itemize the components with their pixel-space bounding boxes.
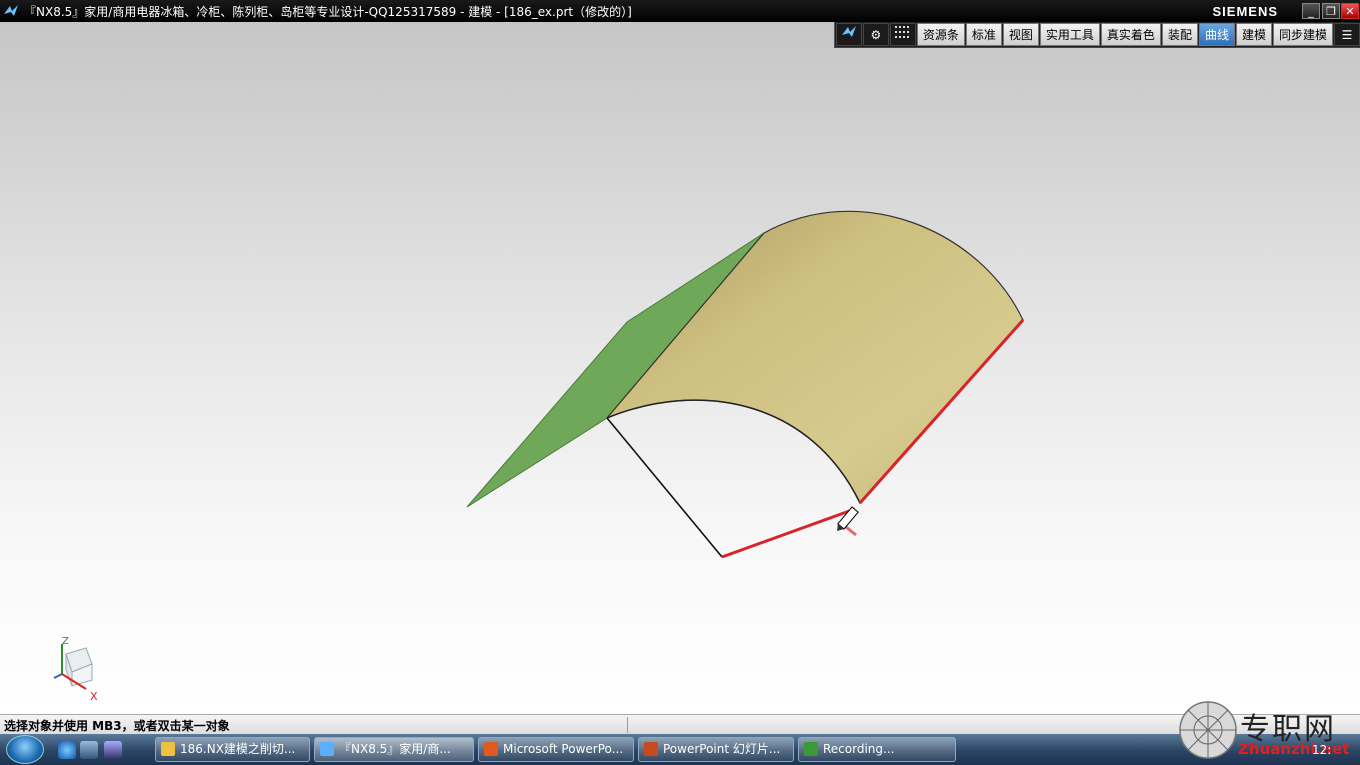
toolbar-utilities[interactable]: 实用工具 — [1039, 23, 1100, 46]
brand-logo: SIEMENS — [1212, 4, 1278, 19]
task-label: 186.NX建模之削切... — [180, 742, 296, 756]
windows-taskbar: 186.NX建模之削切... 『NX8.5』家用/商... Microsoft … — [0, 734, 1360, 765]
task-label: PowerPoint 幻灯片... — [663, 742, 781, 756]
remote-icon[interactable] — [80, 741, 98, 759]
task-folder[interactable]: 186.NX建模之削切... — [155, 737, 310, 762]
grid-icon[interactable] — [889, 23, 916, 46]
selected-edge-bottom[interactable] — [721, 507, 856, 559]
task-powerpoint[interactable]: Microsoft PowerPo... — [478, 737, 634, 762]
clock: 12: — [1312, 743, 1332, 757]
task-nx[interactable]: 『NX8.5』家用/商... — [314, 737, 474, 762]
curved-surface[interactable] — [606, 210, 1024, 505]
toolbar-curve[interactable]: 曲线 — [1198, 23, 1235, 46]
close-button[interactable]: ✕ — [1341, 3, 1359, 19]
status-divider — [627, 717, 628, 733]
toolbar-standard[interactable]: 标准 — [965, 23, 1002, 46]
task-label: Microsoft PowerPo... — [503, 742, 624, 756]
toolbar-view[interactable]: 视图 — [1002, 23, 1039, 46]
toolbar-sync-modeling[interactable]: 同步建模 — [1272, 23, 1333, 46]
toolbar-resource-bar[interactable]: 资源条 — [916, 23, 965, 46]
title-bar: 『NX8.5』家用/商用电器冰箱、冷柜、陈列柜、岛柜等专业设计-QQ125317… — [0, 0, 1360, 22]
recording-icon — [804, 742, 818, 756]
task-slideshow[interactable]: PowerPoint 幻灯片... — [638, 737, 794, 762]
model-render[interactable] — [0, 22, 1360, 714]
nx-task-icon — [320, 742, 334, 756]
resource-toolbar: ⚙ 资源条 标准 视图 实用工具 真实着色 装配 曲线 建模 同步建模 ☰ — [833, 22, 1360, 48]
show-desktop-icon[interactable] — [104, 741, 122, 759]
watermark-text-en: Zhuanzhi.net — [1238, 740, 1350, 758]
toolbar-modeling[interactable]: 建模 — [1235, 23, 1272, 46]
toolbar-assembly[interactable]: 装配 — [1161, 23, 1198, 46]
restore-button[interactable]: ❐ — [1322, 3, 1340, 19]
status-prompt: 选择对象并使用 MB3，或者双击某一对象 — [4, 719, 230, 733]
nx-logo-icon[interactable] — [835, 23, 862, 46]
status-bar: 选择对象并使用 MB3，或者双击某一对象 — [0, 714, 1360, 735]
ie-icon[interactable] — [58, 741, 76, 759]
task-recording[interactable]: Recording... — [798, 737, 956, 762]
toolbar-true-shading[interactable]: 真实着色 — [1100, 23, 1161, 46]
construction-line[interactable] — [606, 417, 723, 558]
minimize-button[interactable]: _ — [1302, 3, 1320, 19]
coordinate-triad-icon: Z X — [53, 636, 98, 703]
triad-x-label: X — [90, 690, 98, 703]
window-title: 『NX8.5』家用/商用电器冰箱、冷柜、陈列柜、岛柜等专业设计-QQ125317… — [24, 4, 632, 19]
folder-icon — [161, 742, 175, 756]
nx-app-icon[interactable] — [2, 2, 20, 20]
triad-z-label: Z — [62, 636, 69, 647]
start-button[interactable] — [6, 735, 44, 764]
graphics-viewport[interactable]: Z X — [0, 22, 1360, 714]
powerpoint-icon — [484, 742, 498, 756]
gear-icon[interactable]: ⚙ — [862, 23, 889, 46]
edge-marker — [845, 525, 857, 537]
task-label: 『NX8.5』家用/商... — [339, 742, 451, 756]
task-label: Recording... — [823, 742, 895, 756]
menu-icon[interactable]: ☰ — [1334, 23, 1360, 46]
slideshow-icon — [644, 742, 658, 756]
